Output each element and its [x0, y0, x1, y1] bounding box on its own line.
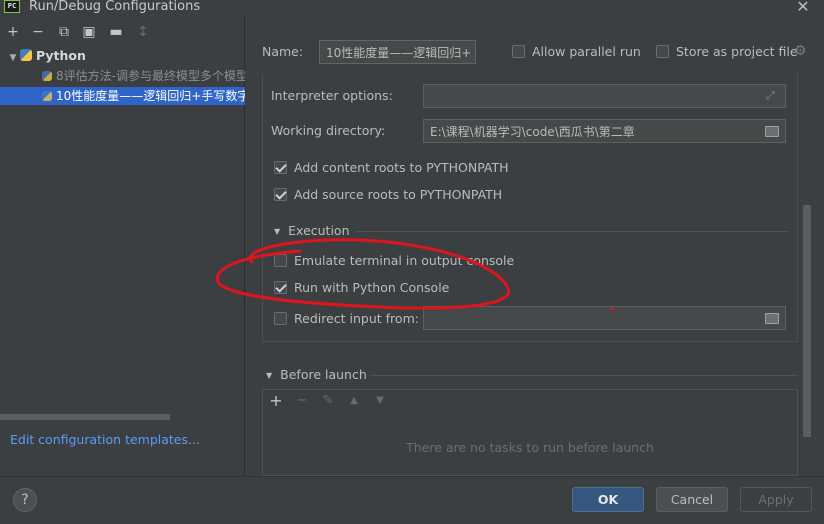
close-button[interactable]: ✕ [795, 0, 811, 15]
tree-item-label: 8评估方法-调参与最终模型多个模型 [56, 69, 245, 83]
save-icon[interactable]: ▣ [81, 24, 97, 40]
folder-icon[interactable] [765, 126, 779, 137]
before-launch-label: Before launch [280, 367, 367, 382]
plus-icon[interactable]: + [5, 24, 21, 40]
add-source-roots-label: Add source roots to PYTHONPATH [294, 187, 503, 202]
python-icon [42, 71, 52, 81]
tree-group-python[interactable]: ▼ Python [0, 47, 245, 65]
store-as-project-file-checkbox[interactable] [656, 45, 669, 58]
minus-icon[interactable]: − [30, 24, 46, 40]
separator [356, 231, 789, 232]
run-with-python-console-label: Run with Python Console [294, 280, 450, 295]
allow-parallel-run-checkbox[interactable] [512, 45, 525, 58]
pencil-icon[interactable]: ✎ [321, 394, 335, 408]
python-icon [20, 49, 32, 61]
execution-section-title[interactable]: ▼ Execution [274, 223, 350, 238]
store-as-project-file-label: Store as project file [676, 44, 798, 59]
tree-group-label: Python [36, 48, 86, 63]
chevron-down-icon: ▼ [266, 371, 273, 380]
allow-parallel-run-label: Allow parallel run [532, 44, 641, 59]
tree-item-config-1[interactable]: 8评估方法-调参与最终模型多个模型 [0, 67, 245, 85]
tree-item-label: 10性能度量——逻辑回归+手写数字 [56, 89, 245, 103]
folder-icon[interactable] [765, 313, 779, 324]
chevron-down-icon[interactable]: ▼ [6, 49, 20, 65]
gear-icon[interactable]: ⚙ [794, 44, 808, 58]
run-with-python-console-checkbox[interactable] [274, 281, 287, 294]
sidebar-horizontal-scrollbar[interactable] [0, 414, 170, 420]
ok-button[interactable]: OK [572, 487, 644, 512]
configurations-sidebar: + − ⧉ ▣ ▬ ↕ ▼ Python 8评估方法-调参与最终模型多个模型 10… [0, 16, 245, 476]
expand-icon[interactable]: ⤢ [766, 90, 778, 102]
arrow-down-icon[interactable]: ▼ [373, 394, 387, 408]
edit-configuration-templates-link[interactable]: Edit configuration templates... [10, 432, 200, 447]
chevron-down-icon: ▼ [274, 227, 281, 236]
apply-button[interactable]: Apply [740, 487, 812, 512]
add-content-roots-checkbox[interactable] [274, 161, 287, 174]
execution-section-label: Execution [288, 223, 350, 238]
redirect-input-checkbox[interactable] [274, 312, 287, 325]
name-label: Name: [262, 44, 304, 59]
redirect-input-label: Redirect input from: [294, 311, 419, 326]
tree-item-config-2[interactable]: 10性能度量——逻辑回归+手写数字 [0, 87, 245, 105]
folder-add-icon[interactable]: ▬ [108, 24, 124, 40]
emulate-terminal-label: Emulate terminal in output console [294, 253, 515, 268]
interpreter-options-input[interactable] [423, 84, 786, 108]
help-button[interactable]: ? [13, 488, 37, 512]
name-input[interactable]: 10性能度量——逻辑回归+ [319, 40, 476, 64]
separator [370, 375, 798, 376]
sort-icon[interactable]: ↕ [135, 24, 151, 40]
before-launch-task-list [262, 389, 798, 476]
python-icon [42, 91, 52, 101]
window-title: Run/Debug Configurations [29, 0, 201, 14]
pycharm-logo-icon: PC [4, 0, 20, 13]
working-directory-input[interactable]: E:\课程\机器学习\code\西瓜书\第二章 [423, 119, 786, 143]
add-source-roots-checkbox[interactable] [274, 188, 287, 201]
configuration-panel [262, 74, 798, 342]
minus-icon[interactable]: − [295, 394, 309, 408]
emulate-terminal-checkbox[interactable] [274, 254, 287, 267]
arrow-up-icon[interactable]: ▲ [347, 394, 361, 408]
redirect-input-field[interactable] [423, 306, 786, 330]
plus-icon[interactable]: + [269, 393, 283, 409]
add-content-roots-label: Add content roots to PYTHONPATH [294, 160, 509, 175]
before-launch-section-title[interactable]: ▼ Before launch [266, 367, 367, 382]
vertical-scrollbar[interactable] [803, 205, 811, 437]
working-directory-label: Working directory: [271, 123, 386, 138]
empty-tasks-message: There are no tasks to run before launch [406, 440, 654, 455]
interpreter-options-label: Interpreter options: [271, 88, 393, 103]
cancel-button[interactable]: Cancel [656, 487, 728, 512]
copy-icon[interactable]: ⧉ [56, 24, 72, 40]
